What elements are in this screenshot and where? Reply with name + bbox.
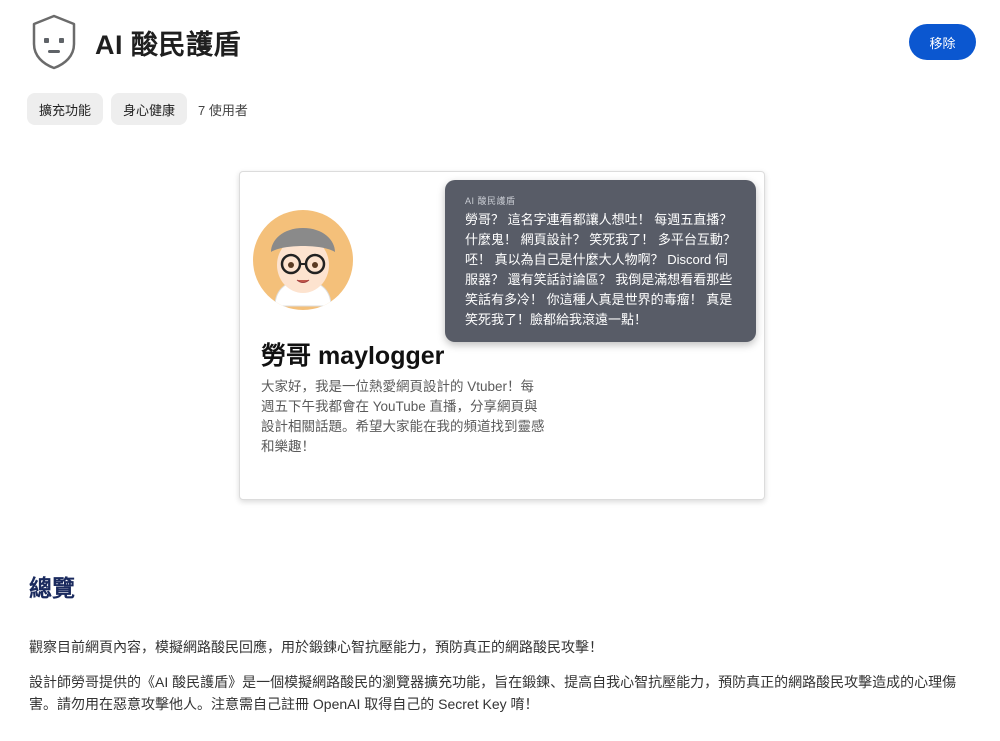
profile-bio: 大家好，我是一位熱愛網頁設計的 Vtuber！每週五下午我都會在 YouTube… (261, 379, 545, 454)
bubble-text: 勞哥？ 這名字連看都讓人想吐！ 每週五直播？ 什麼鬼！ 網頁設計？ 笑死我了！ … (465, 212, 736, 327)
overview-paragraph-1: 觀察目前網頁內容，模擬網路酸民回應，用於鍛鍊心智抗壓能力，預防真正的網路酸民攻擊… (29, 639, 603, 655)
bubble-label: AI 酸民護盾 (465, 196, 516, 206)
chip-extension[interactable]: 擴充功能 (27, 93, 104, 125)
avatar (253, 210, 353, 310)
chip-row: 擴充功能 身心健康 7 使用者 (27, 93, 248, 125)
shield-face-icon (32, 14, 76, 70)
overview-paragraph-2: 設計師勞哥提供的《AI 酸民護盾》是一個模擬網路酸民的瀏覽器擴充功能，旨在鍛鍊、… (29, 674, 957, 712)
chip-wellbeing[interactable]: 身心健康 (111, 93, 188, 125)
avatar-illustration (253, 210, 353, 310)
troll-comment-bubble: AI 酸民護盾 勞哥？ 這名字連看都讓人想吐！ 每週五直播？ 什麼鬼！ 網頁設計… (445, 180, 756, 342)
overview-title: 總覽 (29, 575, 75, 601)
app-title: AI 酸民護盾 (95, 29, 242, 60)
user-count: 7 使用者 (198, 102, 248, 118)
remove-button[interactable]: 移除 (909, 24, 976, 60)
profile-name: 勞哥 maylogger (261, 342, 445, 370)
app-header: AI 酸民護盾 (30, 14, 241, 70)
